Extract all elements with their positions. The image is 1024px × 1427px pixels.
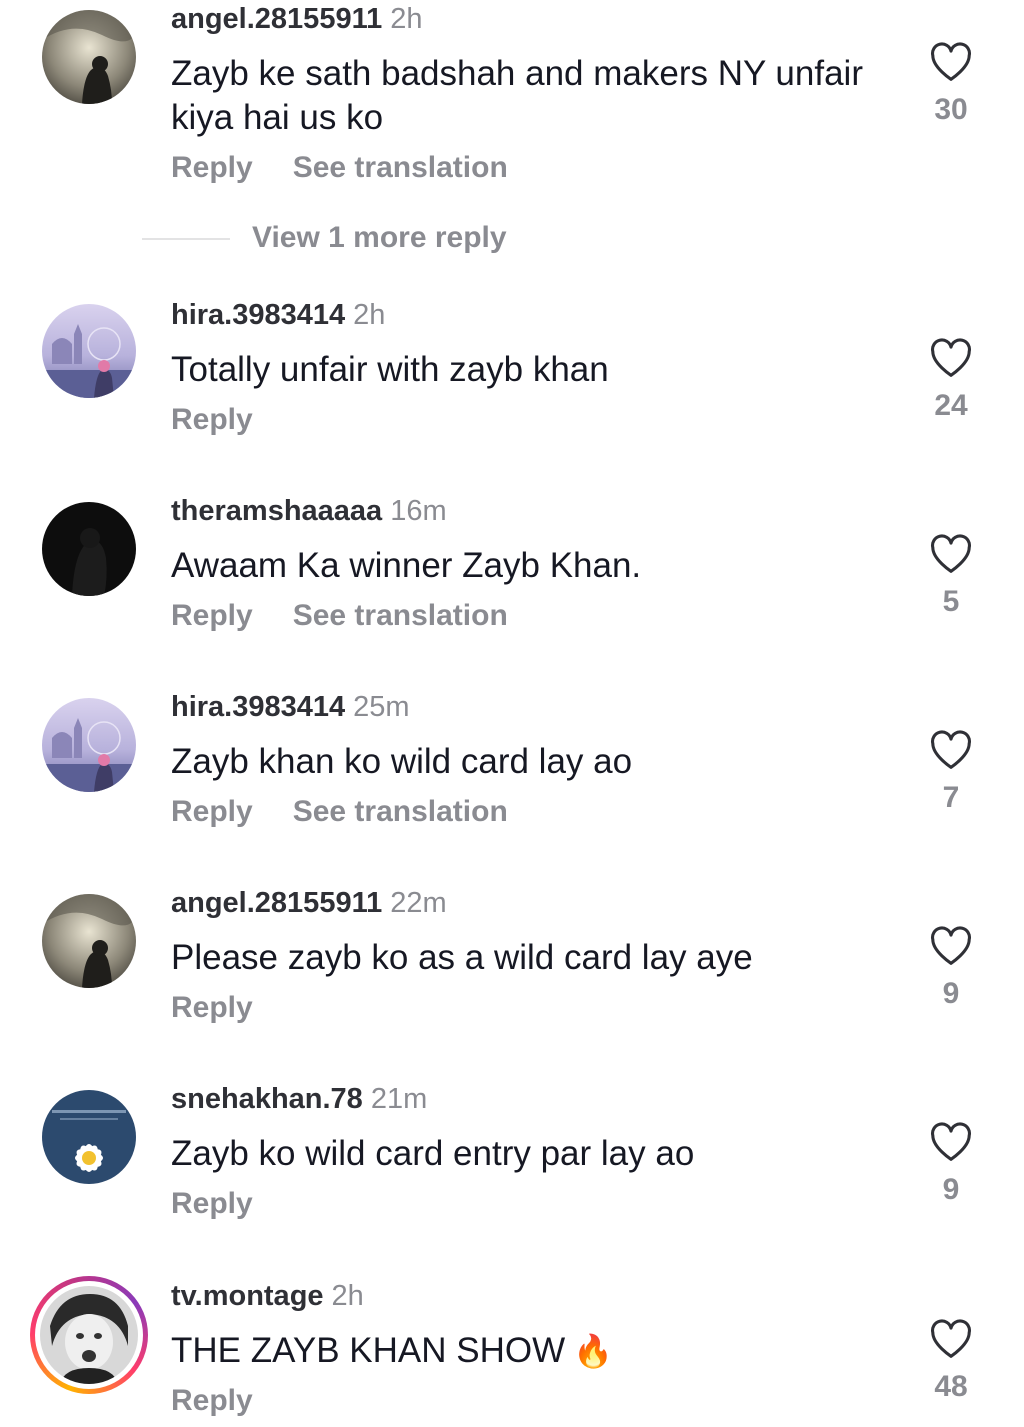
heart-outline-icon	[931, 1319, 971, 1358]
reply-button[interactable]: Reply	[171, 1186, 253, 1222]
user-avatar[interactable]	[42, 502, 136, 596]
fire-emoji: 🔥	[573, 1333, 613, 1369]
heart-outline-icon	[931, 730, 971, 769]
avatar-image	[42, 304, 136, 398]
comment-text: Zayb ko wild card entry par lay ao	[171, 1134, 695, 1173]
like-button[interactable]: 7	[918, 730, 984, 816]
like-count: 9	[942, 1173, 960, 1206]
comment-meta: angel.28155911 22m	[171, 886, 447, 920]
username[interactable]: snehakhan.78	[171, 1083, 363, 1115]
comment-text: Zayb khan ko wild card lay ao	[171, 742, 633, 781]
timestamp: 21m	[370, 1083, 428, 1115]
comment-text: Zayb ke sath badshah and makers NY unfai…	[171, 54, 863, 137]
comment-meta: hira.3983414 25m	[171, 690, 410, 724]
timestamp: 2h	[353, 299, 386, 331]
user-avatar[interactable]	[42, 10, 136, 104]
like-count: 5	[942, 585, 960, 618]
timestamp: 2h	[390, 3, 423, 35]
comment-text: THE ZAYB KHAN SHOW 🔥	[171, 1329, 871, 1373]
comment-meta: hira.3983414 2h	[171, 298, 385, 332]
divider-line	[142, 238, 230, 240]
like-button[interactable]: 9	[918, 926, 984, 1012]
avatar-image	[42, 698, 136, 792]
like-button[interactable]: 48	[918, 1319, 984, 1405]
timestamp: 16m	[390, 495, 447, 527]
comment-text: Please zayb ko as a wild card lay aye	[171, 938, 753, 977]
comment-actions: Reply See translation	[171, 794, 508, 830]
comment-actions: Reply	[171, 1186, 253, 1222]
comment-actions: Reply See translation	[171, 150, 508, 186]
comment-text: Awaam Ka winner Zayb Khan.	[171, 546, 642, 585]
heart-outline-icon	[931, 926, 971, 965]
reply-button[interactable]: Reply	[171, 990, 253, 1026]
reply-button[interactable]: Reply	[171, 794, 253, 830]
comment-actions: Reply	[171, 990, 253, 1026]
avatar-image	[42, 894, 136, 988]
heart-outline-icon	[931, 1122, 971, 1161]
like-button[interactable]: 24	[918, 338, 984, 424]
avatar-image	[40, 1286, 138, 1384]
like-button[interactable]: 9	[918, 1122, 984, 1208]
comment-actions: Reply	[171, 1383, 253, 1419]
like-count: 30	[934, 93, 968, 126]
username[interactable]: angel.28155911	[171, 887, 382, 919]
like-count: 48	[934, 1370, 968, 1403]
username[interactable]: hira.3983414	[171, 691, 345, 723]
timestamp: 2h	[331, 1280, 364, 1312]
avatar-image	[42, 1090, 136, 1184]
username[interactable]: angel.28155911	[171, 3, 382, 35]
username[interactable]: tv.montage	[171, 1280, 324, 1312]
comment-actions: Reply See translation	[171, 598, 508, 634]
heart-outline-icon	[931, 534, 971, 573]
timestamp: 22m	[390, 887, 447, 919]
reply-button[interactable]: Reply	[171, 598, 253, 634]
heart-outline-icon	[931, 338, 971, 377]
username[interactable]: hira.3983414	[171, 299, 345, 331]
heart-outline-icon	[931, 42, 971, 81]
avatar-image	[42, 502, 136, 596]
see-translation-button[interactable]: See translation	[293, 150, 508, 186]
like-count: 7	[942, 781, 960, 814]
reply-button[interactable]: Reply	[171, 402, 253, 438]
see-translation-button[interactable]: See translation	[293, 598, 508, 634]
reply-button[interactable]: Reply	[171, 1383, 253, 1419]
like-button[interactable]: 5	[918, 534, 984, 620]
comment-meta: snehakhan.78 21m	[171, 1082, 427, 1116]
see-translation-button[interactable]: See translation	[293, 794, 508, 830]
timestamp: 25m	[353, 691, 410, 723]
like-count: 24	[934, 389, 968, 422]
like-count: 9	[942, 977, 960, 1010]
comment-text-content: THE ZAYB KHAN SHOW	[171, 1331, 566, 1370]
view-more-replies-label: View 1 more reply	[252, 221, 507, 254]
user-avatar[interactable]	[42, 894, 136, 988]
user-avatar[interactable]	[42, 304, 136, 398]
username[interactable]: theramshaaaaa	[171, 495, 382, 527]
comment-text: Totally unfair with zayb khan	[171, 350, 609, 389]
user-avatar[interactable]	[42, 1090, 136, 1184]
comment-meta: angel.28155911 2h	[171, 2, 423, 36]
comment-actions: Reply	[171, 402, 253, 438]
user-avatar	[40, 1286, 138, 1384]
user-avatar-story-ring[interactable]	[30, 1276, 148, 1394]
user-avatar[interactable]	[42, 698, 136, 792]
like-button[interactable]: 30	[918, 42, 984, 128]
avatar-image	[42, 10, 136, 104]
comment-meta: tv.montage 2h	[171, 1279, 364, 1313]
reply-button[interactable]: Reply	[171, 150, 253, 186]
comment-meta: theramshaaaaa 16m	[171, 494, 447, 528]
